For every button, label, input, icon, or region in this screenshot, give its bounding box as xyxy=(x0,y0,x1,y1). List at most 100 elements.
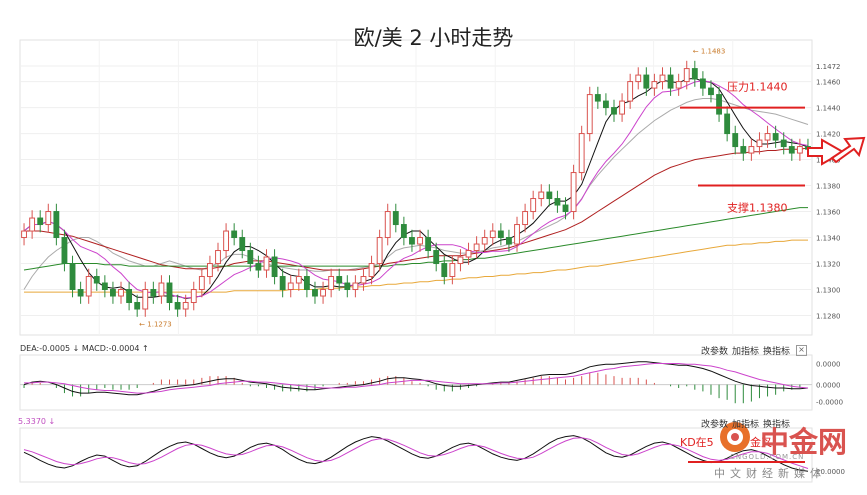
kd-annotation: KD在5 xyxy=(680,436,714,449)
candle xyxy=(126,289,133,304)
macd-y-tick: 0.0000 xyxy=(816,360,841,368)
candle xyxy=(182,302,189,310)
candle xyxy=(263,256,270,271)
candle xyxy=(198,276,205,291)
candle xyxy=(247,250,254,265)
candle xyxy=(320,289,326,297)
candle xyxy=(578,133,585,174)
candle xyxy=(215,250,221,265)
candle xyxy=(37,217,44,226)
candle xyxy=(77,289,84,297)
candle xyxy=(384,211,391,239)
candle xyxy=(530,198,537,213)
candle xyxy=(368,263,375,278)
y-tick-label: 1.1340 xyxy=(816,235,841,243)
candle xyxy=(53,211,60,239)
macd-params-button[interactable]: 改参数 xyxy=(701,344,728,357)
candle xyxy=(328,276,335,291)
candle xyxy=(699,78,706,89)
chart-title: 欧/美 2 小时走势 xyxy=(353,26,514,50)
candle xyxy=(392,211,399,226)
candle xyxy=(764,133,771,141)
candle xyxy=(772,133,779,141)
candle xyxy=(619,100,626,115)
candle xyxy=(190,289,197,304)
macd-y-tick: -0.0000 xyxy=(816,399,843,407)
candle xyxy=(360,276,367,284)
candle xyxy=(538,191,545,200)
candle xyxy=(174,302,181,310)
candle xyxy=(255,263,262,271)
resistance-label: 压力1.1440 xyxy=(727,81,788,94)
candle xyxy=(497,230,504,239)
candle xyxy=(441,263,448,278)
candle xyxy=(732,133,739,148)
candle xyxy=(708,87,714,96)
candle xyxy=(433,250,440,265)
candle xyxy=(740,146,747,154)
candle xyxy=(449,263,456,278)
candle xyxy=(417,237,423,245)
candle xyxy=(489,230,496,239)
candle xyxy=(93,276,100,284)
candle xyxy=(295,276,302,284)
candle xyxy=(683,68,690,83)
kd-label: 5.3370 ↓ xyxy=(18,417,56,426)
candle xyxy=(651,81,658,89)
candle xyxy=(303,276,310,291)
candle xyxy=(602,100,609,109)
kd-add-indicator-button[interactable]: 加指标 xyxy=(732,417,759,430)
candle xyxy=(457,256,464,265)
candle xyxy=(223,230,230,252)
candle xyxy=(85,276,92,297)
candle xyxy=(473,243,480,252)
y-tick-label: 1.1320 xyxy=(816,261,841,269)
macd-y-tick: 0.0000 xyxy=(816,382,841,390)
candle xyxy=(150,289,157,297)
candle xyxy=(134,302,141,310)
candle xyxy=(659,74,666,83)
candle xyxy=(29,217,36,232)
candle xyxy=(231,230,238,239)
y-tick-label: 1.1360 xyxy=(816,209,841,217)
candle xyxy=(166,282,173,304)
y-tick-label: 1.1460 xyxy=(816,79,841,87)
macd-swap-indicator-button[interactable]: 换指标 xyxy=(763,344,790,357)
candle xyxy=(716,94,722,115)
candle xyxy=(344,282,351,291)
candle xyxy=(69,263,76,291)
candle xyxy=(481,237,488,245)
candle xyxy=(101,282,108,291)
candle xyxy=(691,68,698,80)
candle xyxy=(546,191,553,200)
kd-params-button[interactable]: 改参数 xyxy=(701,417,728,430)
candle xyxy=(724,113,731,135)
candle xyxy=(206,263,213,278)
candle xyxy=(352,282,359,291)
candle xyxy=(61,237,68,265)
macd-close-button[interactable]: × xyxy=(796,345,807,356)
candle xyxy=(312,289,318,297)
y-tick-label: 1.1420 xyxy=(816,131,841,139)
brand-logo-dot xyxy=(731,433,739,441)
y-tick-label: 1.1472 xyxy=(816,63,841,71)
candle xyxy=(400,224,407,239)
candle xyxy=(21,230,27,239)
candle xyxy=(611,107,617,115)
candle xyxy=(586,94,593,135)
low-label: ← 1.1273 xyxy=(139,321,172,329)
candle xyxy=(239,237,246,252)
y-tick-label: 1.1300 xyxy=(816,287,841,295)
candle xyxy=(788,146,795,154)
candle xyxy=(118,289,124,297)
candle xyxy=(45,211,52,226)
candle xyxy=(594,94,601,102)
candle xyxy=(748,146,755,154)
macd-add-indicator-button[interactable]: 加指标 xyxy=(732,344,759,357)
candle xyxy=(506,237,512,245)
candle xyxy=(279,276,286,291)
candle xyxy=(554,198,561,206)
macd-panel-frame xyxy=(19,354,813,411)
candle xyxy=(675,81,682,89)
candle xyxy=(409,237,415,245)
